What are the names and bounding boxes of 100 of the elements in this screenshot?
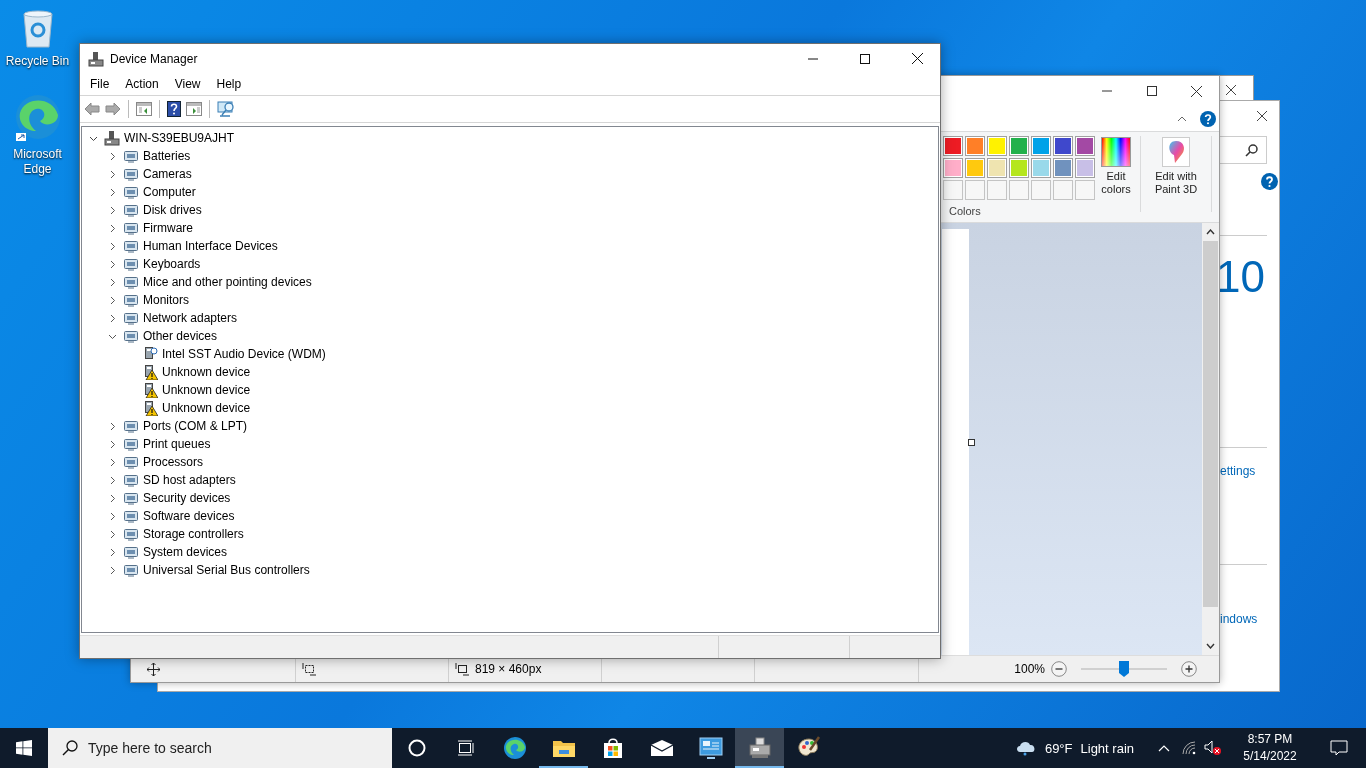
wifi-icon[interactable] xyxy=(1182,741,1196,755)
window-title: Device Manager xyxy=(110,51,198,66)
device-icon xyxy=(123,508,139,524)
close-icon[interactable] xyxy=(1225,84,1237,96)
computer-icon xyxy=(104,130,120,146)
tree-item[interactable]: Print queues xyxy=(143,437,211,451)
device-icon xyxy=(123,454,139,470)
clock-date[interactable]: 5/14/2022 xyxy=(1243,748,1297,765)
paint-drop-icon xyxy=(1162,137,1190,167)
color-swatch[interactable] xyxy=(1075,136,1095,156)
color-swatch[interactable] xyxy=(1075,158,1095,178)
tree-item[interactable]: Disk drives xyxy=(143,203,202,217)
empty-swatch[interactable] xyxy=(965,180,985,200)
device-icon xyxy=(123,418,139,434)
tree-item[interactable]: Computer xyxy=(143,185,196,199)
browser-icon xyxy=(502,736,527,760)
color-swatch[interactable] xyxy=(965,158,985,178)
resize-handle[interactable] xyxy=(968,438,975,446)
empty-swatch[interactable] xyxy=(943,180,963,200)
color-swatch[interactable] xyxy=(1031,136,1051,156)
search-icon xyxy=(1245,143,1258,157)
desktop-icon-label[interactable]: Recycle Bin xyxy=(4,54,71,69)
tree-item[interactable]: Software devices xyxy=(143,509,235,523)
edit-with-paint-3d-button[interactable]: Edit with Paint 3D xyxy=(1145,132,1207,222)
pane-icon[interactable] xyxy=(186,102,202,116)
tree-item[interactable]: Batteries xyxy=(143,149,191,163)
tree-item[interactable]: Security devices xyxy=(143,491,231,505)
speaker-muted-icon[interactable] xyxy=(1204,740,1222,756)
edit-colors-button[interactable]: Edit colors xyxy=(1096,132,1136,222)
color-swatch[interactable] xyxy=(987,136,1007,156)
search-box[interactable]: Type here to search xyxy=(48,728,392,768)
tree-item[interactable]: Keyboards xyxy=(143,257,201,271)
empty-swatch[interactable] xyxy=(1053,180,1073,200)
devmgr-taskbar-button[interactable] xyxy=(735,728,784,768)
menu-item[interactable]: File xyxy=(82,77,118,91)
tree-item[interactable]: Storage controllers xyxy=(143,527,244,541)
color-swatch[interactable] xyxy=(1009,136,1029,156)
tree-item[interactable]: Human Interface Devices xyxy=(143,239,278,253)
tree-item[interactable]: Mice and other pointing devices xyxy=(143,275,312,289)
empty-swatch[interactable] xyxy=(1075,180,1095,200)
tree-item[interactable]: Network adapters xyxy=(143,311,238,325)
tree-item[interactable]: Cameras xyxy=(143,167,192,181)
color-swatch[interactable] xyxy=(987,158,1007,178)
color-swatch[interactable] xyxy=(1053,158,1073,178)
color-swatch[interactable] xyxy=(1053,136,1073,156)
recycle-bin-icon[interactable] xyxy=(20,8,55,48)
color-swatch[interactable] xyxy=(943,136,963,156)
forward-arrow-icon[interactable] xyxy=(105,102,121,116)
zoom-in-icon[interactable] xyxy=(1181,661,1197,677)
slider-thumb[interactable] xyxy=(1119,661,1129,677)
temperature-text[interactable]: 69°F xyxy=(1044,740,1073,756)
zoom-slider[interactable] xyxy=(1081,661,1167,677)
tree-item[interactable]: Unknown device xyxy=(162,383,251,397)
clock-time[interactable]: 8:57 PM xyxy=(1247,731,1293,748)
empty-swatch[interactable] xyxy=(987,180,1007,200)
notification-icon[interactable] xyxy=(1330,740,1348,756)
device-icon xyxy=(123,238,139,254)
empty-swatch[interactable] xyxy=(1031,180,1051,200)
tree-item[interactable]: Firmware xyxy=(143,221,193,235)
tree-item[interactable]: Ports (COM & LPT) xyxy=(143,419,247,433)
windows-link[interactable]: indows xyxy=(1220,612,1279,626)
tree-item[interactable]: Unknown device xyxy=(162,401,251,415)
device-icon xyxy=(123,526,139,542)
menu-item[interactable]: Action xyxy=(117,77,167,91)
collapse-ribbon-icon[interactable] xyxy=(1177,115,1187,122)
help-icon[interactable] xyxy=(1200,110,1216,127)
weather-text[interactable]: Light rain xyxy=(1080,740,1134,756)
color-swatch[interactable] xyxy=(1031,158,1051,178)
scrollbar[interactable] xyxy=(1202,223,1219,655)
tree-item[interactable]: Universal Serial Bus controllers xyxy=(143,563,310,577)
settings-link[interactable]: ettings xyxy=(1220,464,1279,478)
zoom-out-icon[interactable] xyxy=(1051,661,1067,677)
image-size-icon xyxy=(455,662,469,676)
tree-item[interactable]: Other devices xyxy=(143,329,218,343)
cloud-rain-icon[interactable] xyxy=(1014,740,1037,756)
tree-item[interactable]: WIN-S39EBU9AJHT xyxy=(124,131,235,145)
pane-icon[interactable] xyxy=(136,102,152,116)
help-icon[interactable] xyxy=(1261,173,1278,190)
empty-swatch[interactable] xyxy=(1009,180,1029,200)
browser-icon[interactable] xyxy=(13,93,62,141)
tree-item[interactable]: SD host adapters xyxy=(143,473,236,487)
printer-device-icon xyxy=(747,737,772,759)
tree-item[interactable]: Unknown device xyxy=(162,365,251,379)
chevron-up-icon[interactable] xyxy=(1158,744,1170,752)
desktop-icon-label[interactable]: Microsoft Edge xyxy=(4,147,71,177)
monitor-magnifier-icon[interactable] xyxy=(217,101,237,117)
group-label: Colors xyxy=(949,205,982,217)
color-swatch[interactable] xyxy=(965,136,985,156)
menu-item[interactable]: View xyxy=(166,77,209,91)
help-icon[interactable] xyxy=(167,101,181,117)
menu-item[interactable]: Help xyxy=(208,77,250,91)
color-swatch[interactable] xyxy=(943,158,963,178)
tree-item[interactable]: Monitors xyxy=(143,293,189,307)
color-swatch[interactable] xyxy=(1009,158,1029,178)
back-arrow-icon[interactable] xyxy=(84,102,100,116)
close-icon[interactable] xyxy=(1256,110,1268,122)
tree-item[interactable]: Processors xyxy=(143,455,204,469)
tree-item[interactable]: Intel SST Audio Device (WDM) xyxy=(162,347,326,361)
envelope-icon xyxy=(649,739,674,757)
tree-item[interactable]: System devices xyxy=(143,545,228,559)
